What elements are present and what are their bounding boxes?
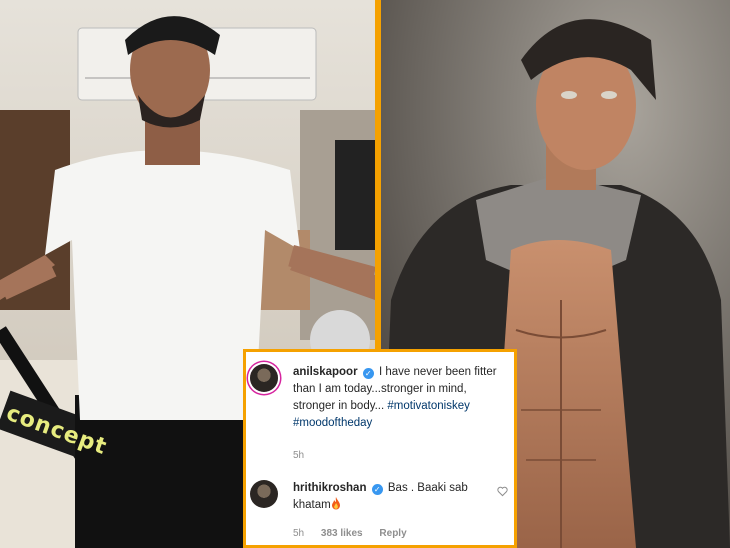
likes-count[interactable]: 383 likes: [321, 528, 363, 539]
comment-meta: 5h 383 likes Reply: [293, 528, 421, 539]
timestamp: 5h: [293, 450, 305, 461]
timestamp: 5h: [293, 528, 305, 539]
verified-badge-icon: ✓: [371, 484, 383, 495]
hashtag-link[interactable]: #motivatoniskey: [387, 400, 469, 412]
comment-card: anilskapoor ✓ I have never been fitter t…: [243, 349, 517, 548]
fire-icon: [331, 497, 340, 510]
hashtag-link[interactable]: #moodoftheday: [293, 417, 372, 429]
avatar[interactable]: [250, 364, 278, 392]
username[interactable]: hrithikroshan: [293, 482, 366, 494]
verified-badge-icon: ✓: [362, 368, 374, 379]
comment-meta: 5h: [293, 450, 318, 461]
comment-body: hrithikroshan ✓ Bas . Baaki sab khatam: [293, 480, 488, 514]
heart-outline-icon[interactable]: [497, 486, 508, 497]
reply-button[interactable]: Reply: [379, 528, 406, 539]
username[interactable]: anilskapoor: [293, 366, 358, 378]
comment-body: anilskapoor ✓ I have never been fitter t…: [293, 364, 508, 432]
avatar[interactable]: [250, 480, 278, 508]
